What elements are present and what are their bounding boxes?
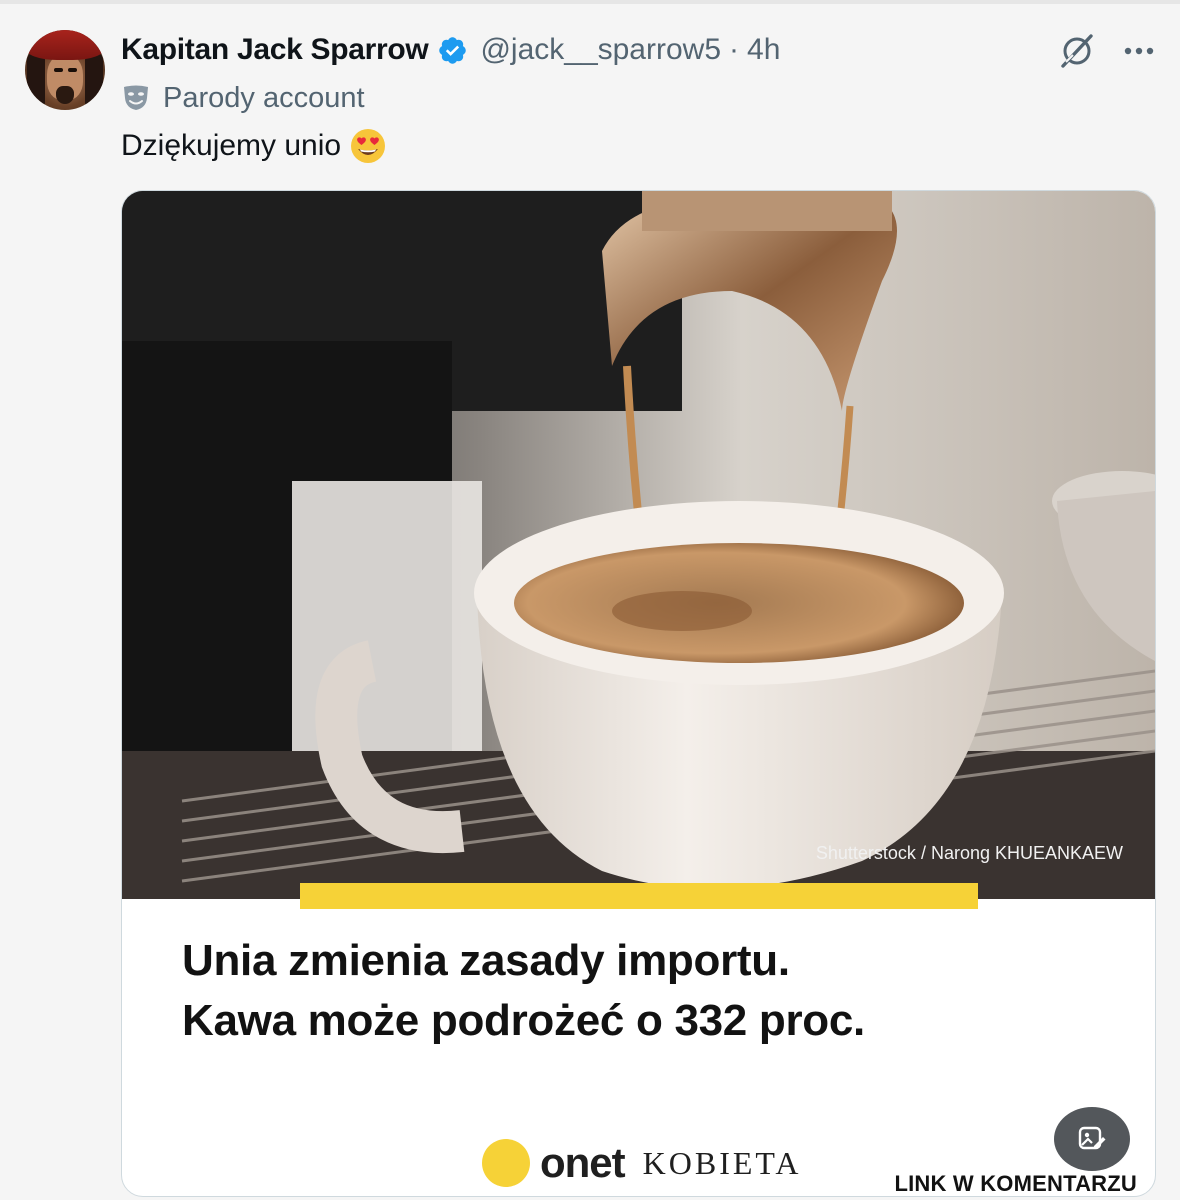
parody-label: Parody account	[121, 80, 365, 116]
coffee-photo	[122, 191, 1155, 899]
heart-eyes-emoji-icon	[351, 129, 386, 163]
top-divider	[0, 0, 1180, 4]
more-icon[interactable]	[1122, 34, 1156, 68]
avatar-bandana	[25, 30, 105, 60]
tweet-header: Kapitan Jack Sparrow @jack__sparrow5 · 4…	[121, 30, 780, 70]
display-name[interactable]: Kapitan Jack Sparrow	[121, 33, 429, 67]
media-card[interactable]: Shutterstock / Narong KHUEANKAEW Unia zm…	[121, 190, 1156, 1197]
avatar-hair-left	[27, 52, 45, 110]
headline-line-1: Unia zmienia zasady importu.	[182, 936, 790, 985]
headline-line-2: Kawa może podrożeć o 332 proc.	[182, 996, 865, 1045]
headline-accent-bar	[300, 883, 978, 909]
brand-kobieta: KOBIETA	[642, 1144, 802, 1181]
onet-logo-dot-icon	[482, 1139, 530, 1187]
grok-icon[interactable]	[1058, 32, 1096, 70]
timestamp[interactable]: 4h	[747, 33, 780, 67]
avatar[interactable]	[25, 30, 105, 110]
avatar-eye-right	[68, 68, 77, 72]
avatar-hair-right	[85, 52, 103, 110]
tweet-actions-top	[1058, 32, 1156, 70]
tweet-text-content: Dziękujemy unio	[121, 129, 342, 162]
parody-mask-icon	[124, 85, 148, 110]
separator-dot: ·	[729, 33, 740, 66]
onet-kobieta-logo: onet KOBIETA	[482, 1135, 802, 1191]
brand-onet: onet	[540, 1139, 626, 1186]
tweet-text: Dziękujemy unio	[121, 125, 387, 167]
link-note: LINK W KOMENTARZU	[894, 1171, 1137, 1196]
avatar-eye-left	[54, 68, 63, 72]
image-alt-button[interactable]	[1054, 1107, 1130, 1171]
photo-credit: Shutterstock / Narong KHUEANKAEW	[815, 843, 1123, 863]
headline: Unia zmienia zasady importu. Kawa może p…	[182, 931, 1122, 1051]
verified-badge-icon[interactable]	[437, 35, 468, 66]
avatar-beard	[56, 86, 74, 104]
handle[interactable]: @jack__sparrow5	[480, 33, 721, 67]
image-alt-icon	[1078, 1126, 1106, 1150]
parody-label-text: Parody account	[163, 81, 365, 114]
